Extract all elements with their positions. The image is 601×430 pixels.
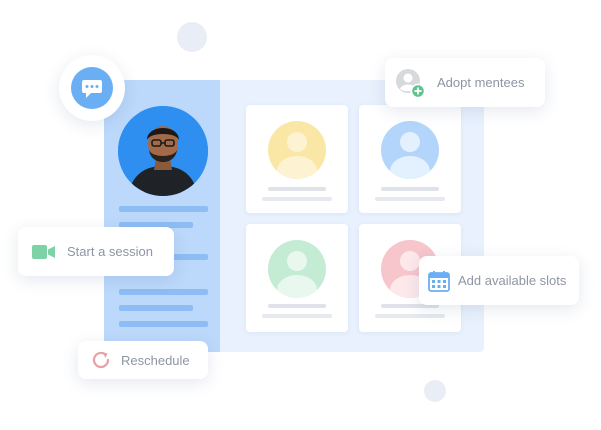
reschedule-label: Reschedule [121,352,190,368]
sidebar-text-line [119,206,208,212]
adopt-mentees-label: Adopt mentees [437,75,525,90]
mentee-card[interactable] [359,105,461,213]
start-session-label: Start a session [67,244,153,259]
mentee-card[interactable] [246,224,348,332]
sidebar-text-line [119,321,208,327]
mentee-avatar [268,240,326,298]
mentee-avatar [268,121,326,179]
mentee-card[interactable] [246,105,348,213]
user-plus-icon [395,68,426,98]
mentor-avatar [118,106,208,196]
sidebar-text-line [119,289,208,295]
mentee-avatar [381,121,439,179]
start-session-chip[interactable]: Start a session [18,227,174,276]
decorative-dot-bottom [424,380,446,402]
chat-button[interactable] [59,55,125,121]
chat-bubble-icon [71,67,113,109]
adopt-mentees-chip[interactable]: Adopt mentees [385,58,545,107]
sidebar-text-line [119,305,193,311]
decorative-dot-top [177,22,207,52]
add-slots-label: Add available slots [458,273,567,288]
reschedule-chip[interactable]: Reschedule [78,341,208,379]
calendar-icon [428,270,450,292]
refresh-icon [90,349,112,371]
add-slots-chip[interactable]: Add available slots [419,256,579,305]
video-camera-icon [32,244,56,260]
